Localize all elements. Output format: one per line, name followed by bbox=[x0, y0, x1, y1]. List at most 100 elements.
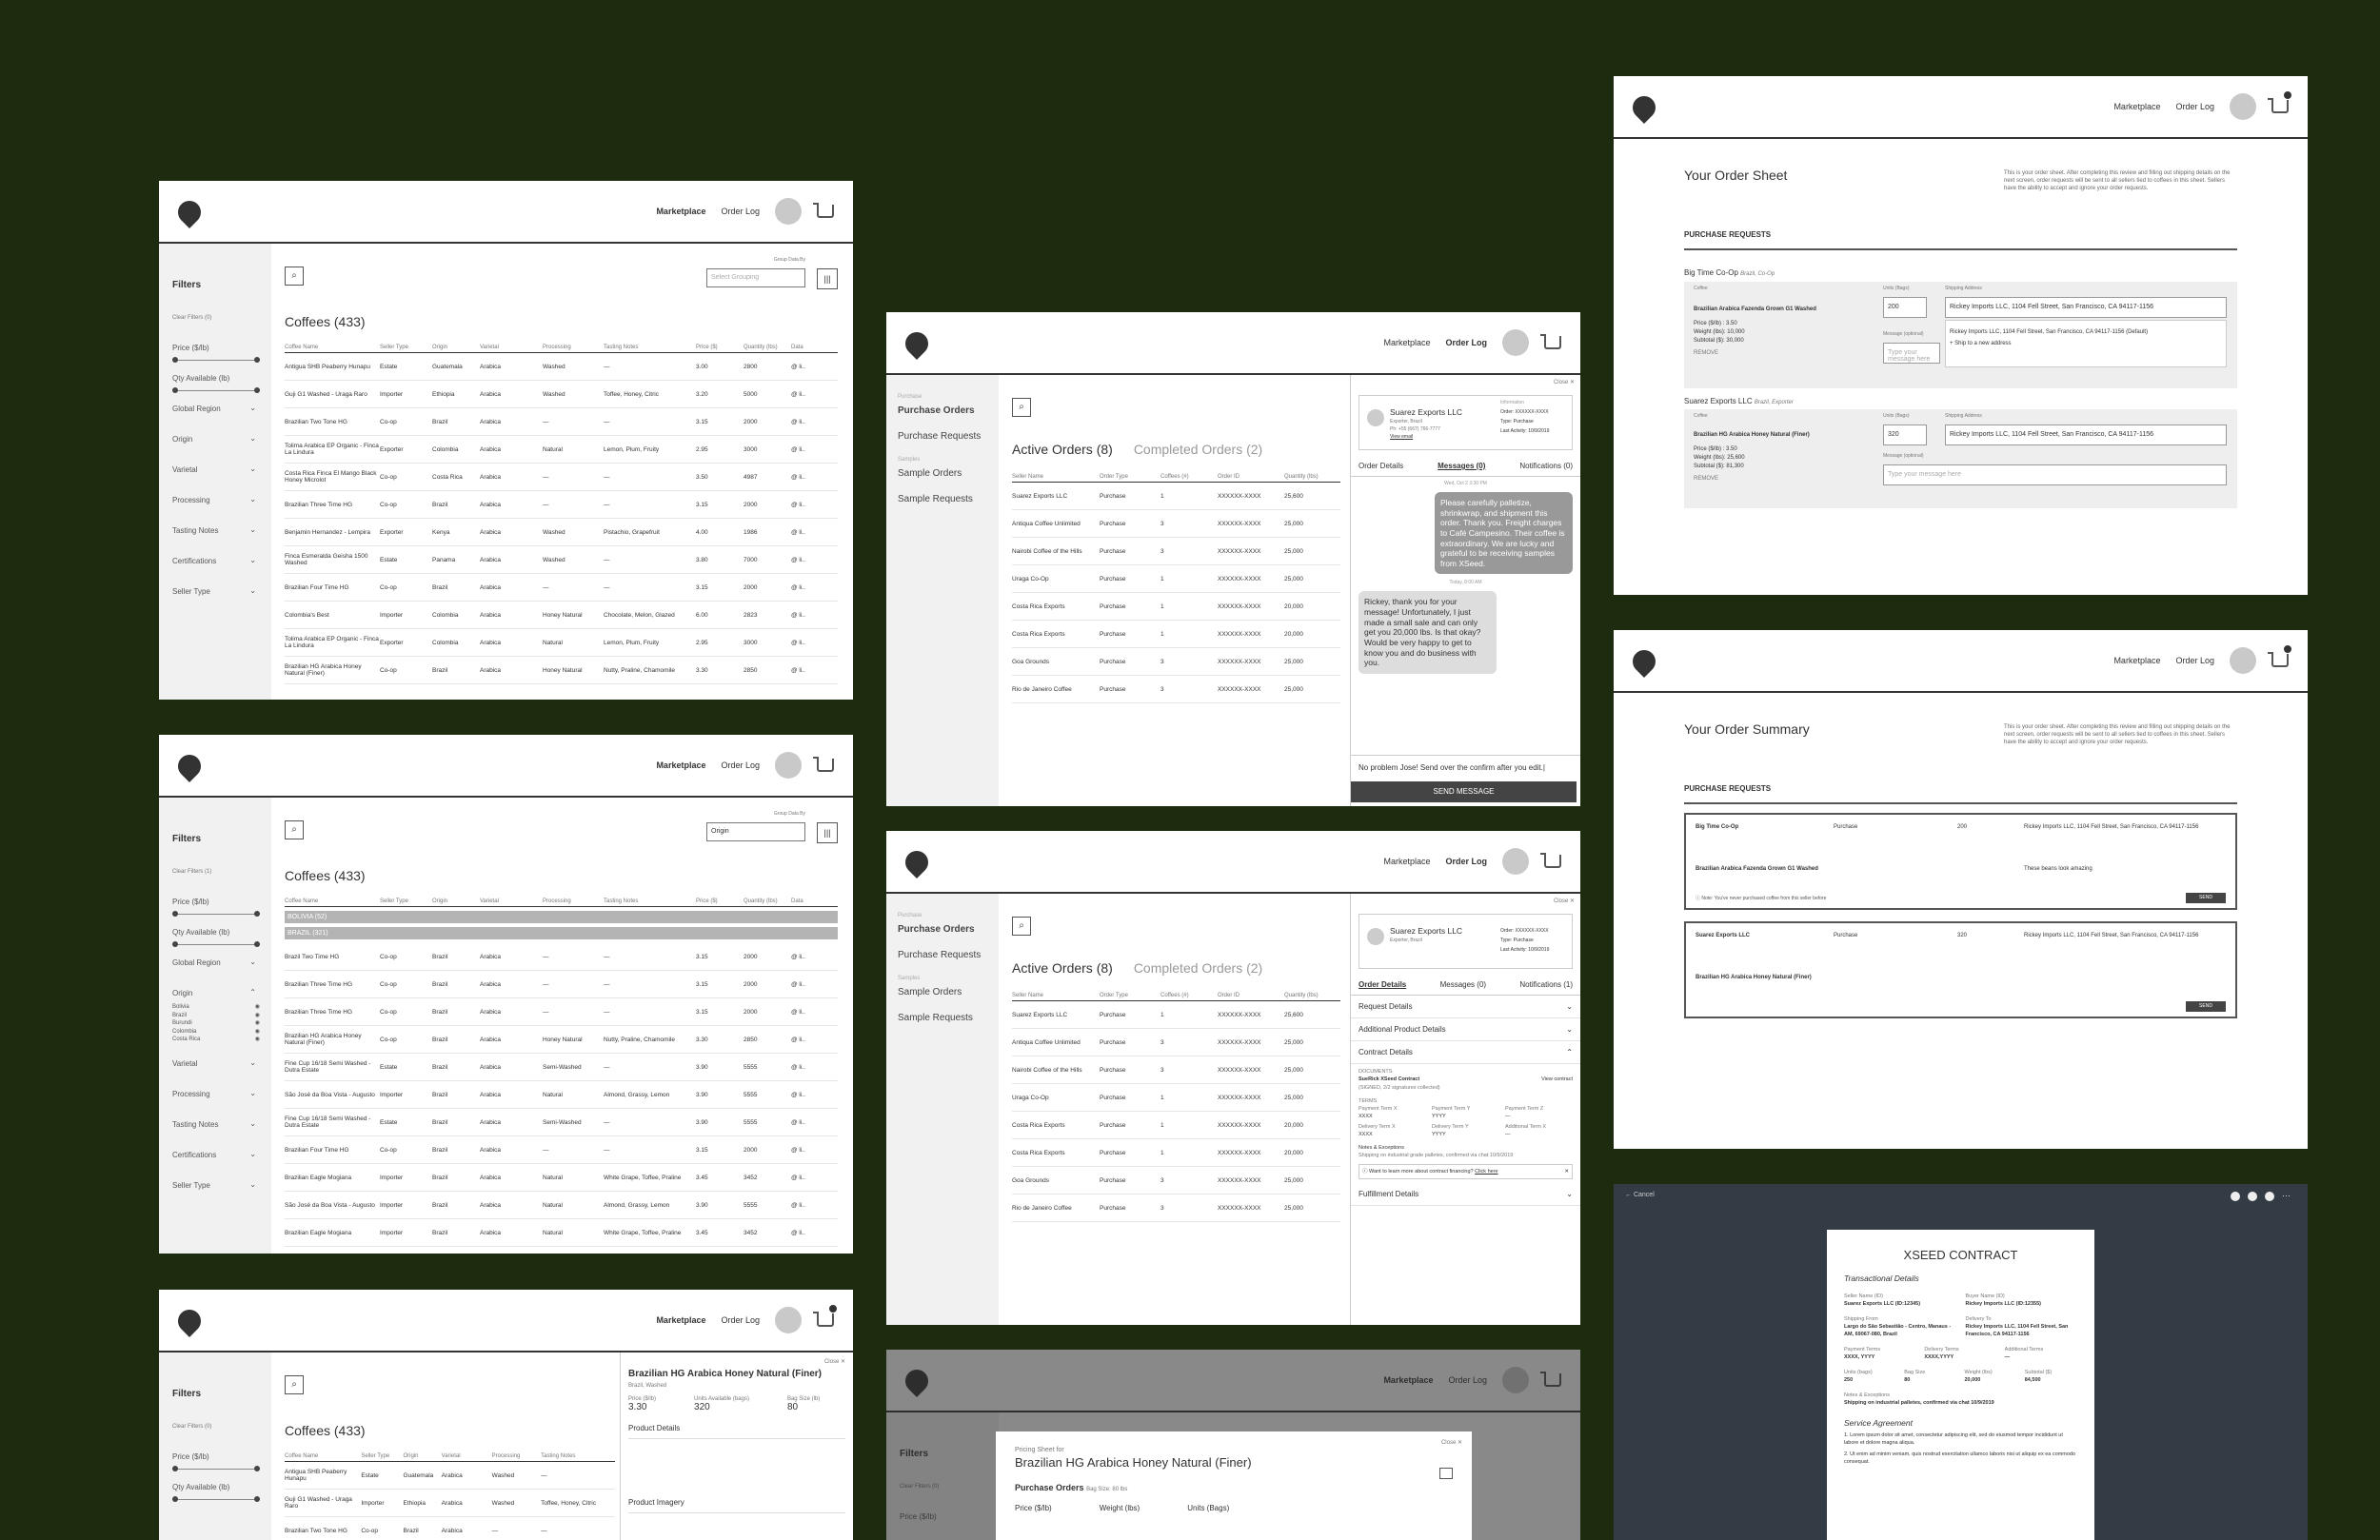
tab-order-details[interactable]: Order Details bbox=[1359, 462, 1403, 470]
filter-qty[interactable]: Qty Available (lb) bbox=[172, 928, 260, 958]
price-slider[interactable] bbox=[172, 1466, 260, 1471]
search-icon[interactable]: ⌕ bbox=[285, 820, 304, 839]
column-header[interactable]: Seller Type bbox=[380, 898, 432, 904]
column-header[interactable]: Coffee Name bbox=[285, 1453, 361, 1459]
avatar[interactable] bbox=[2230, 647, 2256, 674]
table-row[interactable]: Costa Rica Exports Purchase 1 XXXXXX-XXXX 20… bbox=[1012, 1112, 1340, 1139]
filter-global-region[interactable]: Global Region ⌄ bbox=[172, 404, 260, 435]
table-row[interactable]: Tolima Arabica EP Organic - Finca La Lin… bbox=[285, 436, 838, 464]
column-header[interactable]: Quantity (lbs) bbox=[1284, 993, 1322, 998]
fulfillment-details-toggle[interactable]: Fulfillment Details ⌄ bbox=[1351, 1183, 1580, 1206]
table-row[interactable]: Brazilian HG Arabica Honey Natural (Fine… bbox=[285, 657, 838, 684]
close-icon[interactable]: ✕ bbox=[1570, 898, 1575, 904]
table-row[interactable]: Fine Cup 16/18 Semi Washed - Dutra Estat… bbox=[285, 1109, 838, 1136]
message-input[interactable]: Type your message here bbox=[1883, 464, 2227, 485]
nav-order-log[interactable]: Order Log bbox=[721, 207, 760, 216]
table-row[interactable]: Goa Grounds Purchase 3 XXXXXX-XXXX 25,000 bbox=[1012, 648, 1340, 676]
qty-slider[interactable] bbox=[172, 941, 260, 947]
table-row[interactable]: Tolima Arabica EP Organic - Finca La Lin… bbox=[285, 629, 838, 657]
close-link[interactable]: Close bbox=[1554, 898, 1568, 904]
table-row[interactable]: Colombia's Best Importer Colombia Arabica Ho… bbox=[285, 602, 838, 629]
column-header[interactable]: Quantity (lbs) bbox=[744, 898, 791, 904]
contract-details-toggle[interactable]: Contract Details ⌃ bbox=[1351, 1041, 1580, 1064]
sidebar-item-sample-requests[interactable]: Sample Requests bbox=[898, 494, 999, 504]
nav-order-log[interactable]: Order Log bbox=[2175, 102, 2214, 111]
filter-tasting-notes[interactable]: Tasting Notes ⌄ bbox=[172, 525, 260, 557]
table-row[interactable]: Costa Rica Exports Purchase 1 XXXXXX-XXXX 20… bbox=[1012, 621, 1340, 648]
units-input[interactable]: 320 bbox=[1883, 424, 1927, 445]
nav-marketplace[interactable]: Marketplace bbox=[2113, 102, 2160, 111]
table-row[interactable]: Costa Rica Finca El Mango Black Honey Mi… bbox=[285, 464, 838, 491]
cart-icon[interactable] bbox=[813, 203, 834, 218]
column-header[interactable]: Processing bbox=[543, 898, 604, 904]
additional-details-toggle[interactable]: Additional Product Details ⌄ bbox=[1351, 1018, 1580, 1041]
send-button[interactable]: SEND bbox=[2186, 1001, 2226, 1012]
column-header[interactable]: Processing bbox=[492, 1453, 541, 1459]
avatar[interactable] bbox=[775, 1307, 802, 1333]
table-row[interactable]: Antigua SHB Peaberry Hunapu Estate Guatema… bbox=[285, 1462, 615, 1490]
avatar[interactable] bbox=[1502, 329, 1529, 356]
table-row[interactable]: Brazilian Eagle Mogiana Importer Brazil Ara… bbox=[285, 1164, 838, 1192]
column-header[interactable]: Tasting Notes bbox=[604, 898, 696, 904]
clear-filters-link[interactable]: Clear Filters (0) bbox=[172, 315, 260, 321]
nav-marketplace[interactable]: Marketplace bbox=[656, 1315, 705, 1325]
message-input[interactable]: Type your message here bbox=[1883, 343, 1940, 364]
table-row[interactable]: Fine Cup 16/18 Semi Washed - Dutra Estat… bbox=[285, 1054, 838, 1081]
filter-global-region[interactable]: Global Region ⌄ bbox=[172, 958, 260, 989]
qty-slider[interactable] bbox=[172, 387, 260, 393]
table-row[interactable]: Brazilian HG Arabica Honey Natural (Fine… bbox=[285, 1026, 838, 1054]
filter-qty[interactable]: Qty Available (lb) bbox=[172, 1483, 260, 1513]
group-by-select[interactable]: Origin bbox=[706, 822, 805, 841]
column-header[interactable]: Order Type bbox=[1100, 993, 1160, 998]
seller-email-link[interactable]: View email bbox=[1390, 434, 1413, 440]
filter-varietal[interactable]: Varietal ⌄ bbox=[172, 464, 260, 496]
column-header[interactable]: Coffee Name bbox=[285, 345, 380, 350]
close-link[interactable]: Close bbox=[1441, 1440, 1456, 1446]
close-link[interactable]: Close bbox=[824, 1359, 839, 1365]
view-contract-link[interactable]: View contract bbox=[1541, 1076, 1573, 1083]
table-row[interactable]: Suarez Exports LLC Purchase 1 XXXXXX-XXXX 25… bbox=[1012, 483, 1340, 510]
column-header[interactable]: Quantity (lbs) bbox=[744, 345, 791, 350]
tab-active-orders[interactable]: Active Orders (8) bbox=[1012, 442, 1113, 457]
column-header[interactable]: Varietal bbox=[480, 345, 543, 350]
calendar-icon[interactable] bbox=[1439, 1468, 1453, 1479]
search-icon[interactable]: ⌕ bbox=[1012, 917, 1031, 936]
sidebar-item-sample-orders[interactable]: Sample Orders bbox=[898, 468, 999, 479]
filter-certifications[interactable]: Certifications ⌄ bbox=[172, 1150, 260, 1181]
column-header[interactable]: Coffee Name bbox=[285, 898, 380, 904]
qty-slider[interactable] bbox=[172, 1496, 260, 1502]
leaf-logo-icon[interactable] bbox=[173, 750, 206, 782]
cancel-link[interactable]: ← Cancel bbox=[1625, 1192, 1655, 1198]
table-row[interactable]: Finca Esmeralda Geisha 1500 Washed Estate… bbox=[285, 546, 838, 574]
dot-icon[interactable] bbox=[2248, 1192, 2257, 1201]
product-imagery-toggle[interactable]: Product Imagery bbox=[628, 1492, 845, 1513]
column-header[interactable]: Coffees (#) bbox=[1160, 993, 1218, 998]
clear-filters-link[interactable]: Clear Filters (1) bbox=[172, 869, 260, 875]
cart-icon[interactable] bbox=[2268, 644, 2292, 667]
cart-icon[interactable] bbox=[2268, 90, 2292, 113]
search-icon[interactable]: ⌕ bbox=[285, 267, 304, 286]
nav-order-log[interactable]: Order Log bbox=[1445, 338, 1487, 347]
table-row[interactable]: Costa Rica Exports Purchase 1 XXXXXX-XXXX 20… bbox=[1012, 1139, 1340, 1167]
tab-notifications[interactable]: Notifications (0) bbox=[1519, 462, 1573, 470]
table-row[interactable]: São José da Boa Vista - Augusto Importer B… bbox=[285, 1081, 838, 1109]
close-icon[interactable]: ✕ bbox=[1564, 1168, 1569, 1175]
new-address-option[interactable]: + Ship to a new address bbox=[1950, 338, 2222, 349]
column-header[interactable]: Data bbox=[791, 898, 810, 904]
table-row[interactable]: Brazil Two Time HG Co-op Brazil Arabica — — 3.… bbox=[285, 943, 838, 971]
cart-icon[interactable] bbox=[1540, 334, 1561, 349]
product-details-toggle[interactable]: Product Details bbox=[628, 1418, 845, 1439]
column-header[interactable]: Tasting Notes bbox=[541, 1453, 615, 1459]
table-row[interactable]: Nairobi Coffee of the Hills Purchase 3 XXXX… bbox=[1012, 1056, 1340, 1084]
nav-order-log[interactable]: Order Log bbox=[721, 1315, 760, 1325]
filter-price[interactable]: Price ($/lb) bbox=[172, 344, 260, 374]
filter-price[interactable]: Price ($/lb) bbox=[172, 898, 260, 928]
column-header[interactable]: Tasting Notes bbox=[604, 345, 696, 350]
filter-price[interactable]: Price ($/lb) bbox=[172, 1452, 260, 1483]
column-header[interactable]: Order ID bbox=[1218, 474, 1284, 480]
cart-icon[interactable] bbox=[813, 757, 834, 772]
nav-marketplace[interactable]: Marketplace bbox=[2113, 656, 2160, 665]
table-row[interactable]: Brazilian Three Time HG Co-op Brazil Arabic… bbox=[285, 998, 838, 1026]
table-row[interactable]: Benjamin Hernandez - Lempira Exporter Keny… bbox=[285, 519, 838, 546]
remove-button[interactable]: REMOVE bbox=[1694, 475, 1745, 484]
